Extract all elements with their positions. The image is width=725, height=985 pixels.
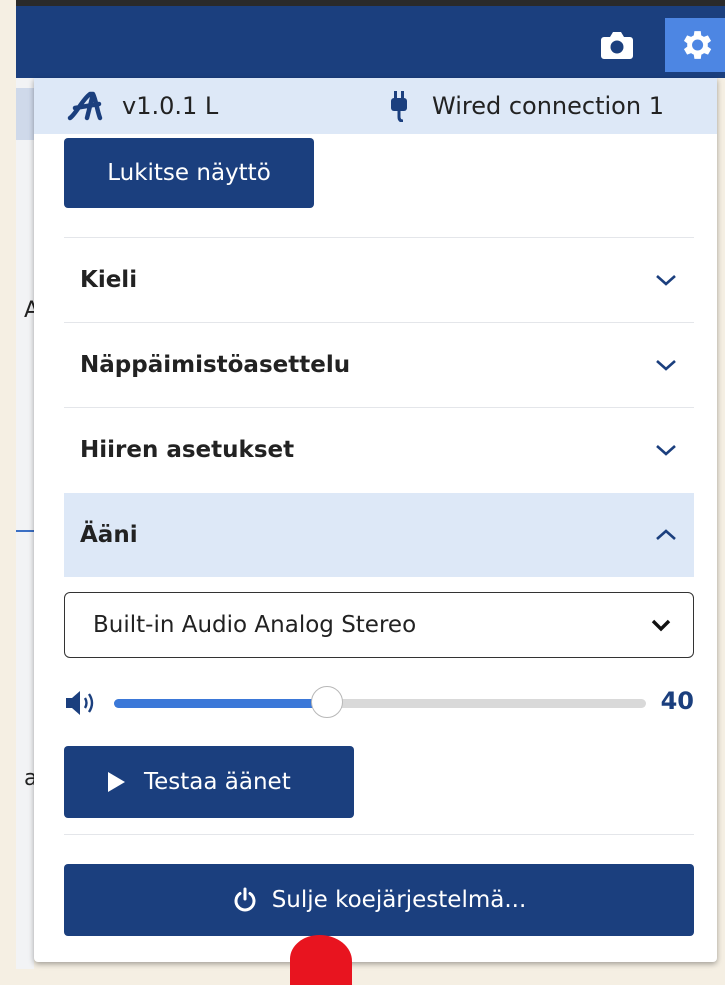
accordion-label: Näppäimistöasettelu — [80, 352, 351, 378]
test-sound-label: Testaa äänet — [144, 769, 291, 795]
background-band — [16, 88, 34, 140]
shutdown-label: Sulje koejärjestelmä... — [271, 887, 527, 913]
test-sound-button[interactable]: Testaa äänet — [64, 746, 354, 818]
red-cursor-marker — [290, 935, 352, 985]
accordion-keyboard-layout[interactable]: Näppäimistöasettelu — [64, 323, 694, 407]
background-window: A a — [16, 78, 39, 969]
top-bar — [16, 0, 725, 78]
chevron-down-icon — [656, 360, 676, 371]
volume-slider-fill — [114, 699, 327, 708]
settings-button[interactable] — [665, 18, 725, 72]
volume-slider-thumb[interactable] — [310, 686, 343, 718]
network-status: Wired connection 1 — [432, 92, 664, 120]
info-bar: v1.0.1 L Wired connection 1 — [34, 78, 717, 134]
audio-output-value: Built-in Audio Analog Stereo — [93, 612, 417, 638]
background-line — [16, 530, 34, 532]
settings-panel: v1.0.1 L Wired connection 1 Lukitse näyt… — [34, 78, 717, 962]
accordion-label: Kieli — [80, 267, 138, 293]
volume-icon — [66, 691, 94, 715]
accordion-language[interactable]: Kieli — [64, 238, 694, 322]
audio-output-select[interactable]: Built-in Audio Analog Stereo — [64, 592, 694, 658]
accordion-sound[interactable]: Ääni — [64, 493, 694, 577]
chevron-down-icon — [651, 619, 671, 631]
accordion-label: Ääni — [80, 522, 138, 548]
chevron-down-icon — [656, 445, 676, 456]
version-label: v1.0.1 L — [122, 92, 219, 120]
lock-screen-button[interactable]: Lukitse näyttö — [64, 138, 314, 208]
accordion-mouse-settings[interactable]: Hiiren asetukset — [64, 408, 694, 492]
shutdown-button[interactable]: Sulje koejärjestelmä... — [64, 864, 694, 936]
chevron-down-icon — [656, 275, 676, 286]
screenshot-button[interactable] — [594, 22, 640, 68]
gear-icon — [683, 31, 712, 59]
power-icon — [234, 887, 256, 912]
accordion-label: Hiiren asetukset — [80, 437, 295, 463]
volume-slider[interactable] — [114, 686, 646, 718]
chevron-up-icon — [656, 529, 676, 540]
ethernet-plug-icon — [391, 91, 407, 122]
play-icon — [108, 772, 125, 792]
divider — [64, 834, 694, 835]
logo-icon — [67, 91, 103, 121]
volume-value: 40 — [660, 687, 694, 715]
camera-icon — [601, 32, 633, 59]
